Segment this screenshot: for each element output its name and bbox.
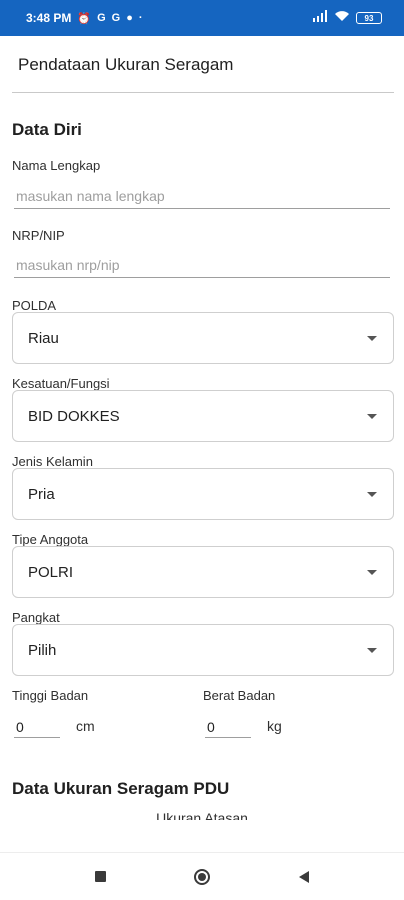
back-button[interactable] [287, 860, 321, 894]
pangkat-dropdown[interactable]: Pilih [12, 624, 394, 676]
status-dot: · [138, 12, 143, 24]
kesatuan-selected-value: BID DOKKES [28, 407, 120, 425]
kesatuan-fungsi-label: Kesatuan/Fungsi [12, 376, 110, 391]
nrp-nip-label: NRP/NIP [12, 228, 65, 243]
tinggi-badan-input[interactable] [14, 716, 60, 738]
app-bar-divider [12, 92, 394, 93]
wifi-icon [334, 9, 350, 27]
chevron-down-icon [367, 491, 377, 497]
jenis-kelamin-dropdown[interactable]: Pria [12, 468, 394, 520]
pangkat-label: Pangkat [12, 610, 60, 625]
jenis-kelamin-selected-value: Pria [28, 485, 55, 503]
polda-label: POLDA [12, 298, 57, 313]
alarm-icon: ⏰ [77, 12, 92, 25]
signal-icon [312, 9, 328, 27]
form-scroll-area[interactable]: Data Diri Nama Lengkap NRP/NIP POLDA Ria… [0, 94, 404, 820]
chevron-down-icon [367, 413, 377, 419]
recents-button[interactable] [83, 860, 117, 894]
section-title-pdu: Data Ukuran Seragam PDU [12, 779, 230, 798]
page-title: Pendataan Ukuran Seragam [18, 55, 234, 74]
polda-dropdown[interactable]: Riau [12, 312, 394, 364]
tipe-anggota-label: Tipe Anggota [12, 532, 89, 547]
nrp-nip-input[interactable] [14, 252, 390, 278]
google-icon: G [97, 12, 106, 24]
app-icon: ● [126, 12, 133, 24]
chevron-down-icon [367, 569, 377, 575]
status-left: 3:48 PM ⏰ G G ● · [26, 11, 143, 25]
app-bar: Pendataan Ukuran Seragam [0, 36, 404, 94]
berat-badan-input[interactable] [205, 716, 251, 738]
chevron-down-icon [367, 335, 377, 341]
jenis-kelamin-label: Jenis Kelamin [12, 454, 93, 469]
home-circle-icon [194, 868, 210, 885]
ukuran-atasan-heading: Ukuran Atasan [156, 810, 248, 820]
nama-lengkap-input[interactable] [14, 183, 390, 209]
section-title-data-diri: Data Diri [12, 120, 82, 139]
polda-selected-value: Riau [28, 329, 59, 347]
tipe-anggota-selected-value: POLRI [28, 563, 74, 581]
berat-badan-label: Berat Badan [203, 688, 276, 703]
nama-lengkap-label: Nama Lengkap [12, 158, 101, 173]
recents-square-icon [94, 871, 106, 882]
chevron-down-icon [367, 647, 377, 653]
tinggi-unit: cm [76, 718, 95, 734]
status-time: 3:48 PM [26, 11, 72, 25]
tipe-anggota-dropdown[interactable]: POLRI [12, 546, 394, 598]
kesatuan-fungsi-dropdown[interactable]: BID DOKKES [12, 390, 394, 442]
battery-icon: 93 [356, 12, 382, 24]
home-button[interactable] [185, 860, 219, 894]
status-right: 93 [312, 9, 382, 27]
google-icon: G [111, 12, 121, 24]
navigation-bar [0, 852, 404, 900]
tinggi-badan-label: Tinggi Badan [12, 688, 89, 703]
pangkat-selected-value: Pilih [28, 641, 57, 659]
back-triangle-icon [299, 870, 309, 883]
status-bar: 3:48 PM ⏰ G G ● · 93 [0, 0, 404, 36]
berat-unit: kg [267, 718, 282, 734]
